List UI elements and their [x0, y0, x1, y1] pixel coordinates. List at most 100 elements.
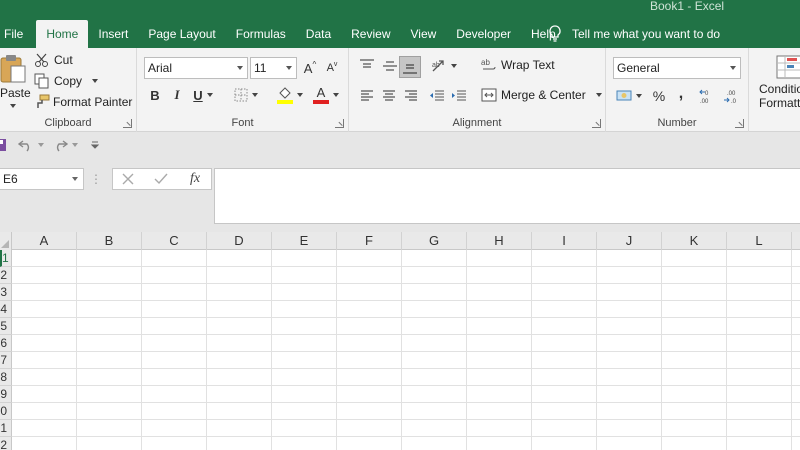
column-header-f[interactable]: F: [337, 232, 402, 250]
decrease-decimal-button[interactable]: .00.0: [722, 86, 742, 106]
tab-review[interactable]: Review: [341, 20, 400, 48]
column-header-g[interactable]: G: [402, 232, 467, 250]
percent-style-button[interactable]: %: [649, 86, 669, 106]
column-header-c[interactable]: C: [142, 232, 207, 250]
select-all-button[interactable]: [0, 232, 12, 250]
formula-bar-grip-icon[interactable]: ⋮: [90, 172, 102, 186]
accounting-format-button[interactable]: [614, 86, 644, 106]
paste-button[interactable]: Paste: [0, 54, 31, 114]
underline-dropdown-icon[interactable]: [206, 93, 213, 97]
italic-button[interactable]: I: [168, 86, 186, 104]
conditional-formatting-button[interactable]: Conditio Formatti: [759, 54, 800, 110]
column-header-b[interactable]: B: [77, 232, 142, 250]
row-header[interactable]: 1: [0, 420, 12, 437]
tab-file[interactable]: File: [0, 20, 36, 48]
worksheet-grid[interactable]: ABCDEFGHIJKL 123456789012: [0, 232, 800, 450]
number-format-select[interactable]: General: [613, 57, 741, 79]
number-group: General % , 0.00 .00.0 Number: [606, 48, 749, 132]
column-header-i[interactable]: I: [532, 232, 597, 250]
redo-button[interactable]: [50, 136, 80, 154]
font-size-select[interactable]: 11: [250, 57, 297, 79]
column-header-j[interactable]: J: [597, 232, 662, 250]
font-name-dropdown-icon[interactable]: [233, 58, 247, 78]
alignment-dialog-launcher-icon[interactable]: [592, 119, 601, 128]
increase-decimal-button[interactable]: 0.00: [698, 86, 718, 106]
column-header-h[interactable]: H: [467, 232, 532, 250]
insert-function-button[interactable]: fx: [185, 170, 205, 188]
orientation-button[interactable]: ab: [429, 56, 459, 76]
row-gridline: [12, 402, 800, 403]
save-button[interactable]: [0, 137, 8, 153]
formula-input[interactable]: [214, 168, 800, 224]
decrease-indent-button[interactable]: [427, 86, 447, 106]
wrap-text-button[interactable]: ab Wrap Text: [481, 58, 555, 72]
row-header[interactable]: 2: [0, 437, 12, 450]
font-color-button[interactable]: A: [309, 84, 343, 106]
font-name-select[interactable]: Arial: [144, 57, 248, 79]
increase-font-size-button[interactable]: A ^: [301, 59, 319, 77]
align-left-button[interactable]: [357, 86, 377, 106]
cut-button[interactable]: Cut: [34, 52, 73, 68]
row-header[interactable]: 9: [0, 386, 12, 403]
column-header-k[interactable]: K: [662, 232, 727, 250]
row-header[interactable]: 3: [0, 284, 12, 301]
tab-insert[interactable]: Insert: [88, 20, 138, 48]
tab-home[interactable]: Home: [36, 20, 89, 48]
accounting-dropdown-icon[interactable]: [636, 94, 642, 98]
bottom-align-button[interactable]: [399, 56, 421, 78]
merge-center-dropdown-icon[interactable]: [595, 93, 602, 97]
tab-data[interactable]: Data: [296, 20, 341, 48]
tell-me-search[interactable]: Tell me what you want to do: [548, 20, 720, 48]
column-header-d[interactable]: D: [207, 232, 272, 250]
fill-color-button[interactable]: [273, 84, 307, 106]
align-center-button[interactable]: [379, 86, 399, 106]
row-header[interactable]: 6: [0, 335, 12, 352]
borders-dropdown-icon[interactable]: [252, 93, 258, 97]
row-header[interactable]: 7: [0, 352, 12, 369]
row-header[interactable]: 8: [0, 369, 12, 386]
tab-page-layout[interactable]: Page Layout: [138, 20, 225, 48]
cancel-entry-button[interactable]: [119, 171, 137, 187]
tab-view[interactable]: View: [401, 20, 447, 48]
font-size-dropdown-icon[interactable]: [282, 58, 296, 78]
redo-dropdown-icon[interactable]: [72, 143, 78, 147]
format-painter-button[interactable]: Format Painter: [34, 94, 132, 110]
number-dialog-launcher-icon[interactable]: [735, 119, 744, 128]
underline-button[interactable]: U: [189, 86, 217, 104]
tab-developer[interactable]: Developer: [446, 20, 521, 48]
orientation-dropdown-icon[interactable]: [451, 64, 457, 68]
tab-formulas[interactable]: Formulas: [226, 20, 296, 48]
copy-button[interactable]: Copy: [34, 73, 99, 89]
clipboard-dialog-launcher-icon[interactable]: [123, 119, 132, 128]
undo-button[interactable]: [16, 136, 46, 154]
row-header[interactable]: 1: [0, 250, 12, 267]
align-right-button[interactable]: [401, 86, 421, 106]
comma-style-button[interactable]: ,: [672, 84, 690, 104]
decrease-font-size-button[interactable]: Av: [323, 59, 341, 77]
column-header-l[interactable]: L: [727, 232, 792, 250]
number-format-dropdown-icon[interactable]: [726, 58, 740, 78]
top-align-button[interactable]: [357, 56, 377, 76]
fill-color-dropdown-icon[interactable]: [297, 93, 303, 97]
name-box[interactable]: E6: [0, 168, 84, 190]
row-header[interactable]: 4: [0, 301, 12, 318]
copy-dropdown-icon[interactable]: [92, 79, 99, 83]
customize-qat-button[interactable]: [88, 136, 102, 154]
borders-button[interactable]: [230, 86, 262, 104]
row-header[interactable]: 5: [0, 318, 12, 335]
name-box-dropdown-icon[interactable]: [69, 169, 81, 189]
bold-button[interactable]: B: [146, 86, 164, 104]
row-header[interactable]: 0: [0, 403, 12, 420]
merge-center-button[interactable]: Merge & Center: [481, 88, 602, 102]
undo-dropdown-icon[interactable]: [38, 143, 44, 147]
increase-indent-button[interactable]: [449, 86, 469, 106]
confirm-entry-button[interactable]: [152, 171, 170, 187]
middle-align-button[interactable]: [380, 56, 400, 76]
font-color-dropdown-icon[interactable]: [333, 93, 339, 97]
row-gridline: [12, 436, 800, 437]
font-dialog-launcher-icon[interactable]: [335, 119, 344, 128]
paste-dropdown-icon[interactable]: [10, 104, 16, 108]
column-header-e[interactable]: E: [272, 232, 337, 250]
row-header[interactable]: 2: [0, 267, 12, 284]
column-header-a[interactable]: A: [12, 232, 77, 250]
